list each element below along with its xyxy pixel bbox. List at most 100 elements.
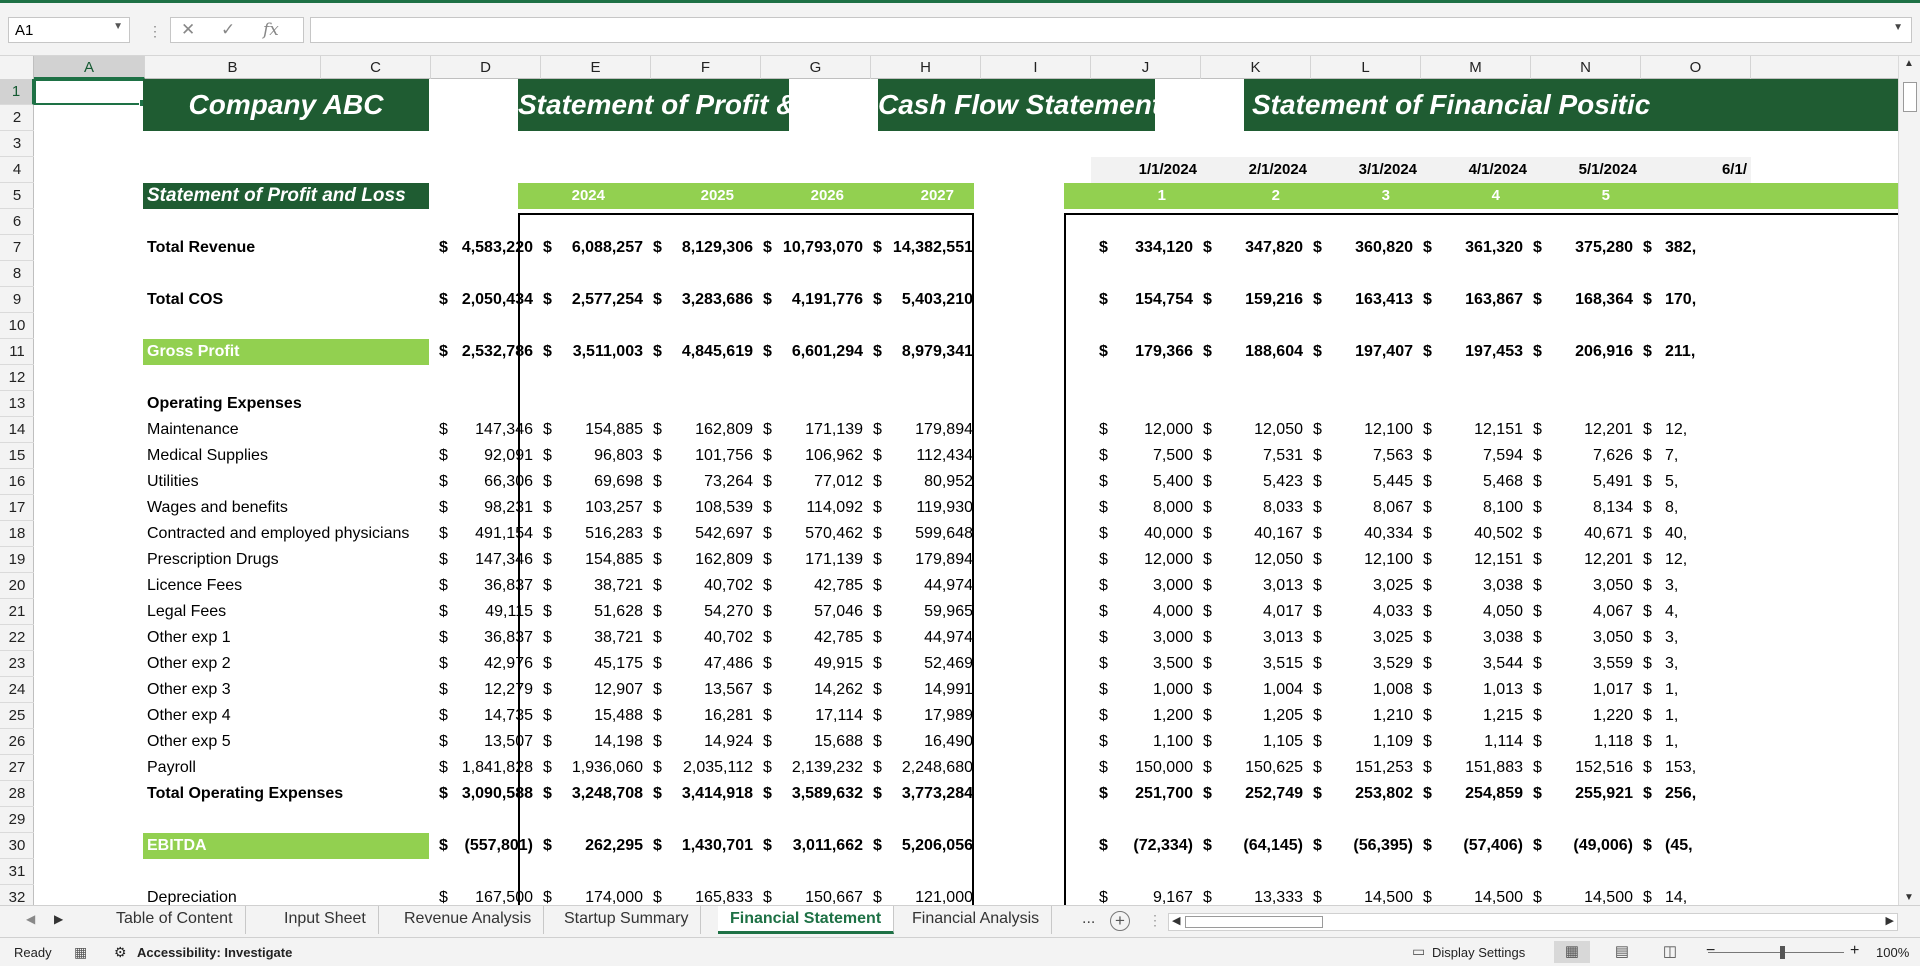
monthly-value-cell[interactable]: 188,604 — [1201, 339, 1303, 365]
annual-value-cell[interactable]: 77,012 — [761, 469, 863, 495]
monthly-value-cell[interactable]: 5,491 — [1531, 469, 1633, 495]
monthly-value-cell[interactable]: (56,395) — [1311, 833, 1413, 859]
monthly-value-cell[interactable]: 3,013 — [1201, 625, 1303, 651]
annual-value-cell[interactable]: 108,539 — [651, 495, 753, 521]
line-item-label[interactable]: Operating Expenses — [147, 391, 302, 417]
annual-value-cell[interactable]: 8,979,341 — [871, 339, 973, 365]
monthly-value-cell[interactable]: 8, — [1665, 495, 1745, 521]
monthly-value-cell[interactable]: 12,000 — [1091, 547, 1193, 573]
line-item-label[interactable]: Legal Fees — [147, 599, 226, 625]
row-header-15[interactable]: 15 — [0, 443, 34, 469]
column-header-k[interactable]: K — [1201, 56, 1311, 79]
annual-value-cell[interactable]: 57,046 — [761, 599, 863, 625]
monthly-value-cell[interactable]: 8,000 — [1091, 495, 1193, 521]
row-header-2[interactable]: 2 — [0, 105, 34, 131]
monthly-value-cell[interactable]: 382, — [1665, 235, 1745, 261]
row-header-29[interactable]: 29 — [0, 807, 34, 833]
monthly-value-cell[interactable]: 40,502 — [1421, 521, 1523, 547]
row-header-32[interactable]: 32 — [0, 885, 34, 905]
annual-value-cell[interactable]: 103,257 — [541, 495, 643, 521]
line-item-label[interactable]: EBITDA — [143, 833, 429, 859]
annual-value-cell[interactable]: 14,262 — [761, 677, 863, 703]
column-header-g[interactable]: G — [761, 56, 871, 79]
annual-value-cell[interactable]: 171,139 — [761, 547, 863, 573]
line-item-label[interactable]: Other exp 1 — [147, 625, 231, 651]
annual-value-cell[interactable]: 491,154 — [431, 521, 533, 547]
annual-value-cell[interactable]: 44,974 — [871, 573, 973, 599]
annual-value-cell[interactable]: 16,490 — [871, 729, 973, 755]
annual-value-cell[interactable]: 2,577,254 — [541, 287, 643, 313]
annual-value-cell[interactable]: 174,000 — [541, 885, 643, 905]
annual-value-cell[interactable]: 147,346 — [431, 417, 533, 443]
annual-value-cell[interactable]: 1,936,060 — [541, 755, 643, 781]
monthly-value-cell[interactable]: 3, — [1665, 573, 1745, 599]
monthly-value-cell[interactable]: 8,067 — [1311, 495, 1413, 521]
more-options-icon[interactable]: ⋮ — [148, 23, 162, 40]
monthly-value-cell[interactable]: 7, — [1665, 443, 1745, 469]
monthly-value-cell[interactable]: 12, — [1665, 547, 1745, 573]
row-header-20[interactable]: 20 — [0, 573, 34, 599]
annual-value-cell[interactable]: 51,628 — [541, 599, 643, 625]
annual-value-cell[interactable]: (557,801) — [431, 833, 534, 859]
tab-startup-summary[interactable]: Startup Summary — [552, 906, 702, 934]
line-item-label[interactable]: Total Revenue — [147, 235, 255, 261]
annual-value-cell[interactable]: 162,809 — [651, 547, 753, 573]
monthly-value-cell[interactable]: 1,109 — [1311, 729, 1413, 755]
column-header-n[interactable]: N — [1531, 56, 1641, 79]
annual-value-cell[interactable]: 154,885 — [541, 417, 643, 443]
select-all-button[interactable] — [0, 56, 34, 79]
annual-value-cell[interactable]: 66,306 — [431, 469, 533, 495]
row-header-13[interactable]: 13 — [0, 391, 34, 417]
monthly-value-cell[interactable]: 1,114 — [1421, 729, 1523, 755]
selected-cell-a1[interactable] — [34, 79, 147, 107]
annual-value-cell[interactable]: 69,698 — [541, 469, 643, 495]
annual-value-cell[interactable]: 5,206,056 — [871, 833, 973, 859]
annual-value-cell[interactable]: 2,248,680 — [871, 755, 973, 781]
line-item-label[interactable]: Prescription Drugs — [147, 547, 279, 573]
normal-view-icon[interactable]: ▦ — [1554, 941, 1590, 963]
monthly-value-cell[interactable]: 14, — [1665, 885, 1745, 905]
annual-value-cell[interactable]: 4,191,776 — [761, 287, 863, 313]
monthly-value-cell[interactable]: 256, — [1665, 781, 1745, 807]
scroll-right-icon[interactable]: ▶ — [1886, 914, 1894, 927]
monthly-value-cell[interactable]: 3,013 — [1201, 573, 1303, 599]
row-header-31[interactable]: 31 — [0, 859, 34, 885]
annual-value-cell[interactable]: 14,382,551 — [871, 235, 973, 261]
annual-value-cell[interactable]: 3,511,003 — [541, 339, 643, 365]
monthly-value-cell[interactable]: 40,671 — [1531, 521, 1633, 547]
annual-value-cell[interactable]: 42,976 — [431, 651, 533, 677]
monthly-value-cell[interactable]: 1,017 — [1531, 677, 1633, 703]
monthly-value-cell[interactable]: 3,000 — [1091, 625, 1193, 651]
monthly-value-cell[interactable]: 14,500 — [1311, 885, 1413, 905]
annual-value-cell[interactable]: 3,773,284 — [871, 781, 973, 807]
column-header-e[interactable]: E — [541, 56, 651, 79]
annual-value-cell[interactable]: 3,090,588 — [431, 781, 533, 807]
page-break-view-icon[interactable]: ◫ — [1652, 941, 1688, 963]
annual-value-cell[interactable]: 92,091 — [431, 443, 533, 469]
zoom-level[interactable]: 100% — [1876, 945, 1909, 960]
row-header-7[interactable]: 7 — [0, 235, 34, 261]
annual-value-cell[interactable]: 599,648 — [871, 521, 973, 547]
monthly-value-cell[interactable]: 7,563 — [1311, 443, 1413, 469]
monthly-value-cell[interactable]: 170, — [1665, 287, 1745, 313]
monthly-value-cell[interactable]: 3,529 — [1311, 651, 1413, 677]
monthly-value-cell[interactable]: 12,201 — [1531, 547, 1633, 573]
annual-value-cell[interactable]: 12,907 — [541, 677, 643, 703]
monthly-value-cell[interactable]: 13,333 — [1201, 885, 1303, 905]
row-header-27[interactable]: 27 — [0, 755, 34, 781]
monthly-value-cell[interactable]: 154,754 — [1091, 287, 1193, 313]
monthly-value-cell[interactable]: 1, — [1665, 677, 1745, 703]
cancel-icon[interactable]: ✕ — [181, 20, 195, 40]
monthly-value-cell[interactable]: 12,151 — [1421, 417, 1523, 443]
row-header-28[interactable]: 28 — [0, 781, 34, 807]
page-layout-view-icon[interactable]: ▤ — [1604, 941, 1640, 963]
monthly-value-cell[interactable]: 12,201 — [1531, 417, 1633, 443]
monthly-value-cell[interactable]: 1,008 — [1311, 677, 1413, 703]
monthly-value-cell[interactable]: 4,017 — [1201, 599, 1303, 625]
annual-value-cell[interactable]: 17,989 — [871, 703, 973, 729]
scroll-left-icon[interactable]: ◀ — [1172, 914, 1180, 927]
annual-value-cell[interactable]: 42,785 — [761, 573, 863, 599]
row-header-24[interactable]: 24 — [0, 677, 34, 703]
monthly-value-cell[interactable]: 150,625 — [1201, 755, 1303, 781]
monthly-value-cell[interactable]: 255,921 — [1531, 781, 1633, 807]
